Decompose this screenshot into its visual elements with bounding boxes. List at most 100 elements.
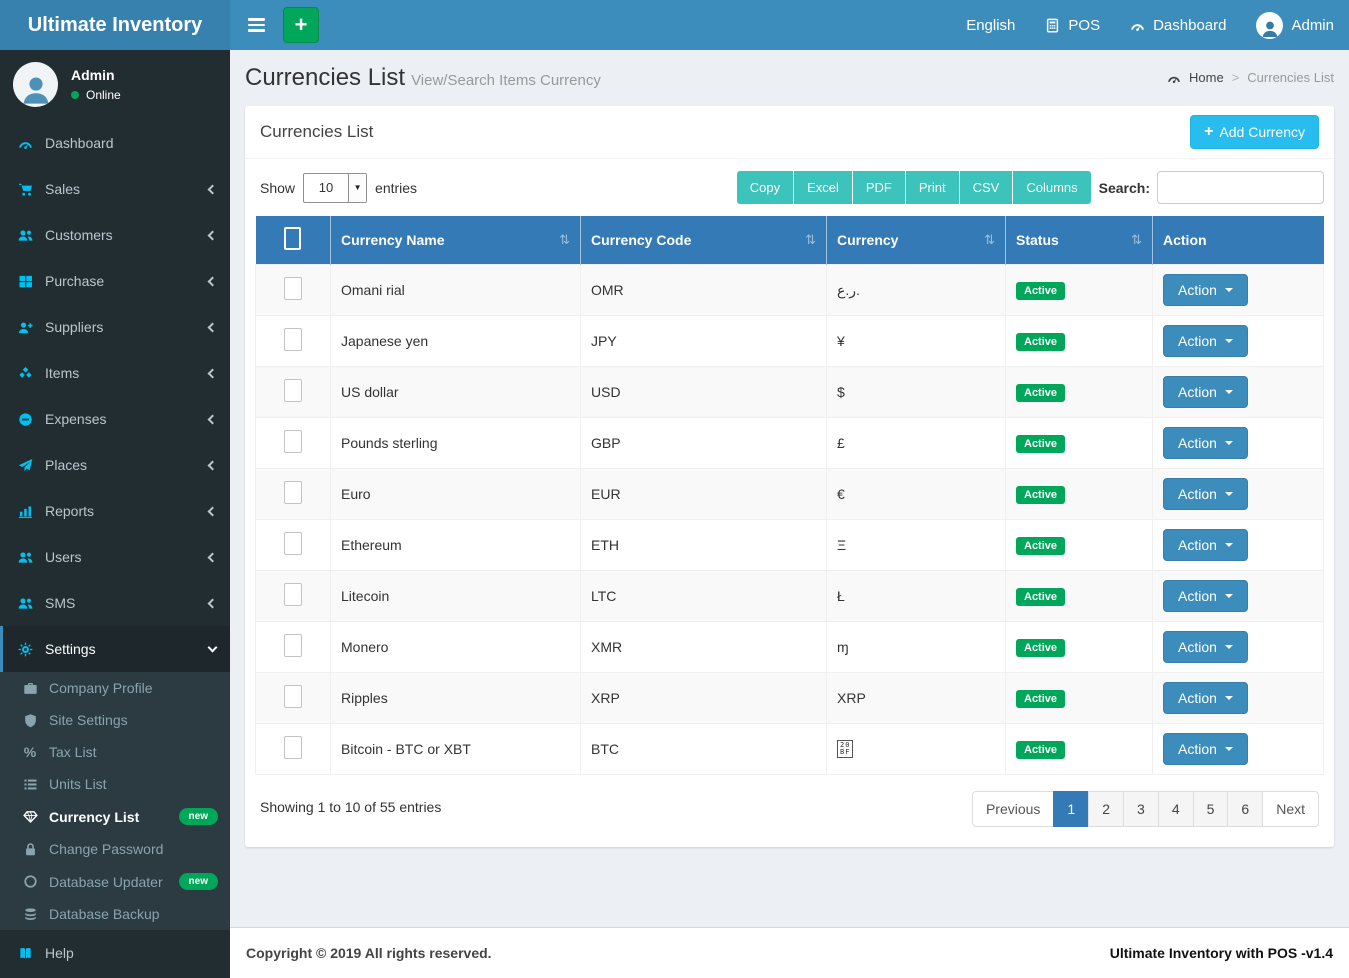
row-checkbox[interactable] xyxy=(284,634,302,657)
currency-symbol-cell: ¥ xyxy=(827,316,1006,367)
users-icon xyxy=(18,550,33,565)
pagination-previous[interactable]: Previous xyxy=(972,791,1054,827)
status-badge: Active xyxy=(1016,282,1065,300)
pagination-page-3[interactable]: 3 xyxy=(1123,791,1159,827)
row-checkbox[interactable] xyxy=(284,532,302,555)
app-logo[interactable]: Ultimate Inventory xyxy=(0,0,230,50)
sidebar-item-change-password[interactable]: Change Password xyxy=(0,833,230,865)
select-all-checkbox[interactable] xyxy=(284,227,301,250)
pagination-page-5[interactable]: 5 xyxy=(1193,791,1229,827)
action-dropdown-button[interactable]: Action xyxy=(1163,529,1248,561)
dashboard-icon xyxy=(1167,71,1181,85)
row-checkbox[interactable] xyxy=(284,379,302,402)
column-header-status[interactable]: Status⇅ xyxy=(1006,216,1153,265)
quick-add-button[interactable]: + xyxy=(283,7,319,43)
pdf-export-button[interactable]: PDF xyxy=(853,171,906,204)
sidebar-item-sms[interactable]: SMS xyxy=(0,580,230,626)
sidebar-item-sales[interactable]: Sales xyxy=(0,166,230,212)
row-checkbox[interactable] xyxy=(284,430,302,453)
language-label: English xyxy=(966,17,1015,34)
sidebar-item-expenses[interactable]: Expenses xyxy=(0,396,230,442)
show-entries-control: Show 10 ▼ entries xyxy=(255,173,417,203)
sidebar-item-customers[interactable]: Customers xyxy=(0,212,230,258)
action-dropdown-button[interactable]: Action xyxy=(1163,274,1248,306)
row-checkbox[interactable] xyxy=(284,328,302,351)
users-icon xyxy=(18,596,33,611)
status-cell: Active xyxy=(1006,520,1153,571)
column-header-currency-code[interactable]: Currency Code⇅ xyxy=(581,216,827,265)
currency-symbol-cell: Ł xyxy=(827,571,1006,622)
column-header-currency-name[interactable]: Currency Name⇅ xyxy=(331,216,581,265)
pagination-next[interactable]: Next xyxy=(1262,791,1319,827)
sidebar-item-settings[interactable]: Settings xyxy=(0,626,230,672)
table-row: Japanese yenJPY¥ActiveAction xyxy=(256,316,1324,367)
csv-export-button[interactable]: CSV xyxy=(960,171,1014,204)
sidebar-item-items[interactable]: Items xyxy=(0,350,230,396)
pos-link[interactable]: POS xyxy=(1030,0,1115,50)
breadcrumb-home[interactable]: Home xyxy=(1189,70,1224,85)
sidebar-item-reports[interactable]: Reports xyxy=(0,488,230,534)
sidebar-toggle-icon[interactable] xyxy=(242,12,271,38)
sidebar-item-units-list[interactable]: Units List xyxy=(0,768,230,800)
pagination-page-4[interactable]: 4 xyxy=(1158,791,1194,827)
user-menu[interactable]: Admin xyxy=(1241,0,1349,50)
excel-export-button[interactable]: Excel xyxy=(794,171,853,204)
percent-icon: % xyxy=(24,745,36,759)
action-dropdown-button[interactable]: Action xyxy=(1163,733,1248,765)
action-dropdown-button[interactable]: Action xyxy=(1163,325,1248,357)
sidebar-item-purchase[interactable]: Purchase xyxy=(0,258,230,304)
dashboard-link[interactable]: Dashboard xyxy=(1115,0,1241,50)
sidebar-item-places[interactable]: Places xyxy=(0,442,230,488)
row-checkbox[interactable] xyxy=(284,277,302,300)
sidebar-item-users[interactable]: Users xyxy=(0,534,230,580)
sidebar-item-company-profile[interactable]: Company Profile xyxy=(0,672,230,704)
copy-export-button[interactable]: Copy xyxy=(737,171,794,204)
sidebar-item-database-backup[interactable]: Database Backup xyxy=(0,898,230,930)
action-dropdown-button[interactable]: Action xyxy=(1163,631,1248,663)
column-header-currency[interactable]: Currency⇅ xyxy=(827,216,1006,265)
action-cell: Action xyxy=(1153,724,1324,775)
language-menu[interactable]: English xyxy=(951,0,1030,50)
sidebar: Admin Online DashboardSalesCustomersPurc… xyxy=(0,50,230,978)
sidebar-item-label: Suppliers xyxy=(45,319,103,335)
row-checkbox[interactable] xyxy=(284,685,302,708)
pagination: Previous123456Next xyxy=(972,791,1319,827)
action-dropdown-button[interactable]: Action xyxy=(1163,376,1248,408)
currency-symbol-cell: € xyxy=(827,469,1006,520)
pagination-page-2[interactable]: 2 xyxy=(1088,791,1124,827)
add-currency-button[interactable]: +Add Currency xyxy=(1190,115,1319,149)
row-checkbox[interactable] xyxy=(284,481,302,504)
row-checkbox[interactable] xyxy=(284,736,302,759)
print-export-button[interactable]: Print xyxy=(906,171,960,204)
search-input[interactable] xyxy=(1157,171,1324,204)
currency-code-cell: GBP xyxy=(581,418,827,469)
currency-code-cell: XMR xyxy=(581,622,827,673)
columns-export-button[interactable]: Columns xyxy=(1013,171,1090,204)
sidebar-item-help[interactable]: Help xyxy=(0,930,230,976)
sidebar-item-database-updater[interactable]: Database Updaternew xyxy=(0,865,230,898)
sidebar-item-dashboard[interactable]: Dashboard xyxy=(0,120,230,166)
sidebar-item-suppliers[interactable]: Suppliers xyxy=(0,304,230,350)
entries-select[interactable]: 10 ▼ xyxy=(303,173,367,203)
row-checkbox[interactable] xyxy=(284,583,302,606)
status-cell: Active xyxy=(1006,622,1153,673)
sidebar-item-label: Reports xyxy=(45,503,94,519)
pagination-page-1[interactable]: 1 xyxy=(1053,791,1089,827)
panel-header: Currencies List +Add Currency xyxy=(245,106,1334,159)
sidebar-item-label: Dashboard xyxy=(45,135,114,151)
action-cell: Action xyxy=(1153,265,1324,316)
action-dropdown-button[interactable]: Action xyxy=(1163,427,1248,459)
caret-down-icon xyxy=(1225,339,1233,343)
content-header: Currencies ListView/Search Items Currenc… xyxy=(230,50,1349,98)
action-dropdown-button[interactable]: Action xyxy=(1163,478,1248,510)
top-navbar: Ultimate Inventory + English POS Dashboa… xyxy=(0,0,1349,50)
action-dropdown-button[interactable]: Action xyxy=(1163,682,1248,714)
sidebar-item-currency-list[interactable]: Currency Listnew xyxy=(0,800,230,833)
status-cell: Active xyxy=(1006,265,1153,316)
action-dropdown-button[interactable]: Action xyxy=(1163,580,1248,612)
pagination-page-6[interactable]: 6 xyxy=(1227,791,1263,827)
settings-submenu: Company ProfileSite Settings%Tax List Uni… xyxy=(0,672,230,930)
sidebar-item-tax-list[interactable]: %Tax List xyxy=(0,736,230,768)
sidebar-item-label: Units List xyxy=(49,776,107,792)
sidebar-item-site-settings[interactable]: Site Settings xyxy=(0,704,230,736)
